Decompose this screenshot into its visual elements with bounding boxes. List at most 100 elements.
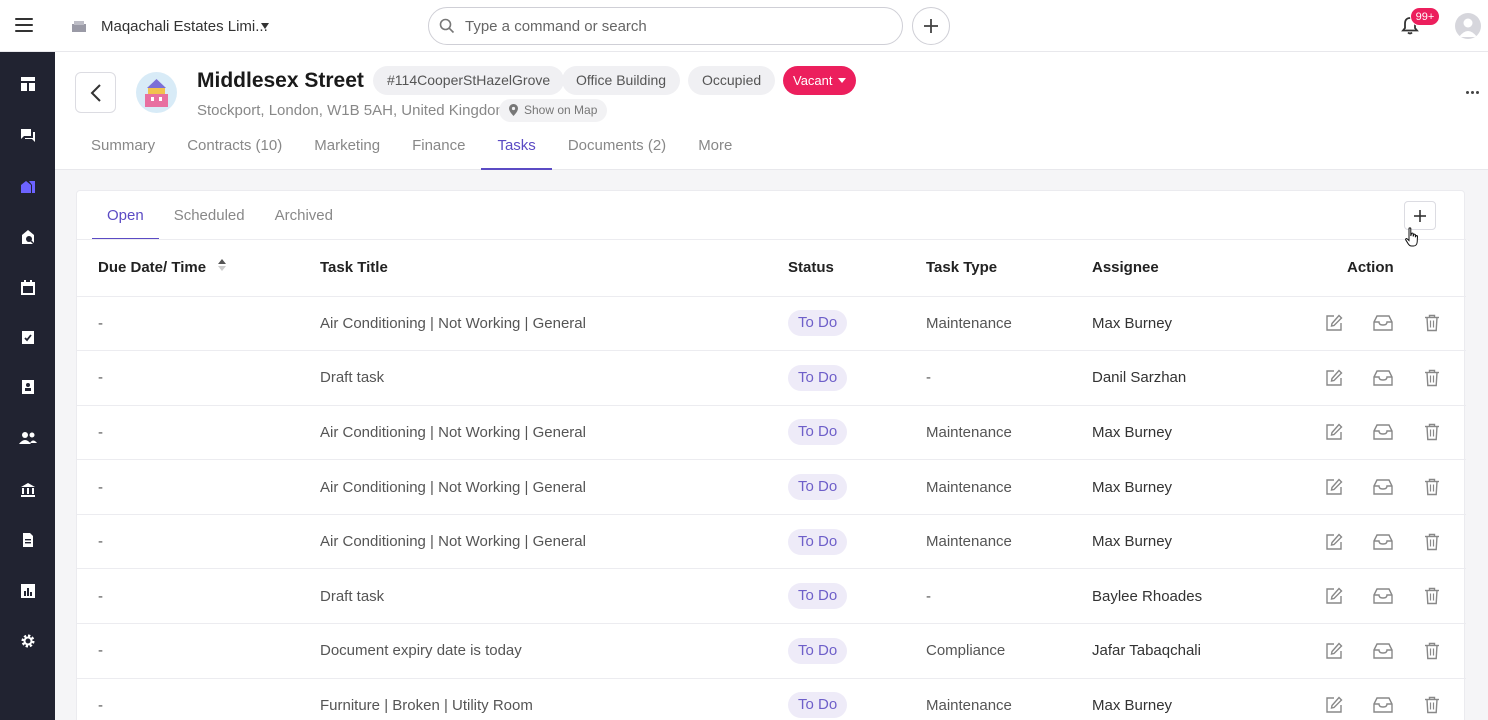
task-title-cell[interactable]: Air Conditioning | Not Working | General (320, 514, 788, 570)
tab-finance[interactable]: Finance (396, 132, 481, 170)
tab-summary[interactable]: Summary (75, 132, 171, 170)
header-status: Status (788, 240, 926, 297)
sort-icon[interactable] (218, 259, 227, 272)
table-row[interactable]: - Air Conditioning | Not Working | Genera… (77, 405, 1466, 461)
subtab-scheduled[interactable]: Scheduled (159, 206, 260, 240)
table-row[interactable]: - Air Conditioning | Not Working | Genera… (77, 459, 1466, 515)
task-title-cell[interactable]: Air Conditioning | Not Working | General (320, 459, 788, 515)
archive-task-button[interactable] (1372, 640, 1394, 662)
delete-task-button[interactable] (1421, 312, 1443, 334)
edit-task-button[interactable] (1323, 367, 1345, 389)
user-avatar[interactable] (1455, 13, 1481, 39)
due-date-cell: - (77, 459, 320, 515)
edit-task-button[interactable] (1323, 585, 1345, 607)
edit-task-button[interactable] (1323, 421, 1345, 443)
tab-documents[interactable]: Documents (2) (552, 132, 682, 170)
sidebar-item-properties[interactable] (0, 169, 55, 203)
archive-task-button[interactable] (1372, 367, 1394, 389)
sidebar-item-documents[interactable] (0, 523, 55, 557)
table-row[interactable]: - Air Conditioning | Not Working | Genera… (77, 514, 1466, 570)
table-row[interactable]: - Draft task To Do - Baylee Rhoades (77, 568, 1466, 625)
sidebar-item-dashboard[interactable] (0, 67, 55, 101)
edit-icon (1326, 423, 1343, 441)
task-title-cell[interactable]: Draft task (320, 568, 788, 625)
delete-task-button[interactable] (1421, 476, 1443, 498)
settings-icon (21, 634, 34, 648)
edit-task-button[interactable] (1323, 312, 1345, 334)
add-task-button[interactable] (1404, 201, 1436, 230)
search-input[interactable] (465, 16, 885, 36)
sidebar-item-tasks[interactable] (0, 320, 55, 354)
task-title-cell[interactable]: Furniture | Broken | Utility Room (320, 678, 788, 720)
back-button[interactable] (75, 72, 116, 113)
tasks-table: Due Date/ Time Task Title Status Task Ty… (77, 240, 1466, 720)
archive-task-button[interactable] (1372, 312, 1394, 334)
archive-task-button[interactable] (1372, 531, 1394, 553)
sidebar-item-tenancies[interactable] (0, 220, 55, 254)
task-title-cell[interactable]: Draft task (320, 350, 788, 406)
building-illustration-icon (145, 79, 168, 107)
tasks-panel: Open Scheduled Archived Due Date/ Time T… (76, 190, 1466, 720)
sidebar-item-settings[interactable] (0, 624, 55, 658)
header-task-type: Task Type (926, 240, 1092, 297)
task-title-cell[interactable]: Air Conditioning | Not Working | General (320, 405, 788, 461)
edit-task-button[interactable] (1323, 531, 1345, 553)
trash-icon (1425, 533, 1439, 550)
status-cell: To Do (788, 568, 926, 625)
status-dropdown[interactable]: Vacant (783, 66, 856, 95)
table-row[interactable]: - Draft task To Do - Danil Sarzhan (77, 350, 1466, 406)
due-date-cell: - (77, 623, 320, 679)
show-on-map-link[interactable]: Show on Map (499, 99, 608, 122)
due-date-cell: - (77, 514, 320, 570)
task-type-cell: Maintenance (926, 514, 1092, 570)
status-badge: To Do (788, 364, 848, 391)
tab-more[interactable]: More (682, 132, 748, 170)
action-cell (1292, 623, 1466, 679)
org-switcher-label[interactable]: Maqachali Estates Limi... (101, 18, 268, 35)
sidebar-item-calendar[interactable] (0, 271, 55, 305)
quick-add-button[interactable] (912, 7, 950, 45)
chevron-down-icon[interactable] (261, 23, 269, 29)
table-row[interactable]: - Air Conditioning | Not Working | Genera… (77, 296, 1466, 352)
header-due-date[interactable]: Due Date/ Time (77, 240, 320, 297)
edit-task-button[interactable] (1323, 640, 1345, 662)
delete-task-button[interactable] (1421, 640, 1443, 662)
tab-contracts[interactable]: Contracts (10) (171, 132, 298, 170)
task-type-cell: Compliance (926, 623, 1092, 679)
delete-task-button[interactable] (1421, 585, 1443, 607)
edit-icon (1326, 478, 1343, 495)
delete-task-button[interactable] (1421, 531, 1443, 553)
sidebar-item-contacts[interactable] (0, 370, 55, 404)
more-options-icon[interactable] (1466, 81, 1481, 99)
task-title-cell[interactable]: Document expiry date is today (320, 623, 788, 679)
status-cell: To Do (788, 350, 926, 406)
trash-icon (1425, 642, 1439, 660)
occupancy-chip: Occupied (688, 66, 776, 95)
sidebar-item-people[interactable] (0, 421, 55, 455)
edit-task-button[interactable] (1323, 694, 1345, 716)
command-search[interactable] (428, 7, 903, 45)
sidebar-item-messages[interactable] (0, 118, 55, 152)
delete-task-button[interactable] (1421, 421, 1443, 443)
delete-task-button[interactable] (1421, 694, 1443, 716)
tab-marketing[interactable]: Marketing (298, 132, 396, 170)
assignee-cell: Jafar Tabaqchali (1092, 623, 1292, 679)
archive-task-button[interactable] (1372, 421, 1394, 443)
sidebar-item-reports[interactable] (0, 574, 55, 608)
tab-tasks[interactable]: Tasks (481, 132, 552, 170)
menu-icon[interactable] (15, 18, 33, 32)
subtab-archived[interactable]: Archived (260, 206, 348, 240)
archive-task-button[interactable] (1372, 694, 1394, 716)
action-cell (1292, 350, 1466, 406)
edit-task-button[interactable] (1323, 476, 1345, 498)
sidebar-item-accounting[interactable] (0, 473, 55, 507)
task-title-cell[interactable]: Air Conditioning | Not Working | General (320, 296, 788, 352)
archive-task-button[interactable] (1372, 585, 1394, 607)
delete-task-button[interactable] (1421, 367, 1443, 389)
archive-icon (1373, 424, 1393, 441)
table-row[interactable]: - Furniture | Broken | Utility Room To Do M… (77, 678, 1466, 720)
task-type-cell: - (926, 568, 1092, 625)
table-row[interactable]: - Document expiry date is today To Do Compl… (77, 623, 1466, 679)
subtab-open[interactable]: Open (92, 206, 159, 240)
archive-task-button[interactable] (1372, 476, 1394, 498)
